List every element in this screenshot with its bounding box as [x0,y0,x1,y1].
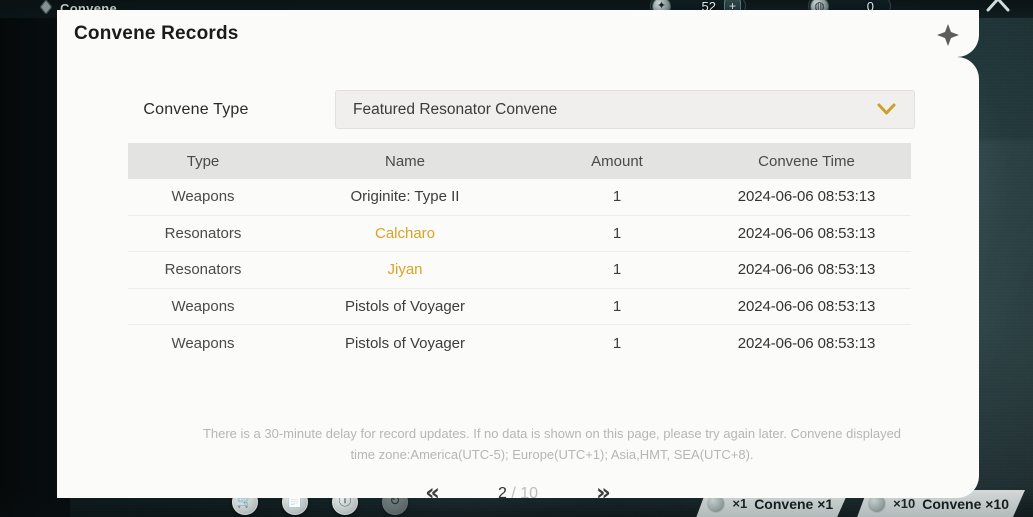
cell-name: Pistols of Voyager [344,297,466,315]
total-pages: 10 [520,484,539,502]
cell-time: 2024-06-06 08:53:13 [737,334,876,352]
cell-amount: 1 [612,334,622,352]
cell-type: Weapons [171,188,235,206]
cell-time: 2024-06-06 08:53:13 [737,188,876,206]
column-header-name: Name [384,152,425,170]
close-icon[interactable] [935,22,961,48]
close-star-glyph [937,24,959,46]
convene-type-label: Convene Type [143,100,249,118]
table-row: Weapons Pistols of Voyager 1 2024-06-06 … [128,325,911,362]
table-header-row: Type Name Amount Convene Time [128,143,911,179]
cell-name: Jiyan [387,261,423,279]
convene-type-filter-row: Convene Type Featured Resonator Convene [57,90,979,129]
convene-diamond-icon [40,1,54,15]
convene-type-selected-value: Featured Resonator Convene [353,100,558,118]
cell-amount: 1 [612,261,622,279]
column-header-type: Type [186,152,220,170]
cell-name: Calcharo [374,224,436,242]
double-chevron-right-icon[interactable]: » [596,482,611,505]
cell-type: Weapons [171,297,235,315]
table-row: Resonators Calcharo 1 2024-06-06 08:53:1… [128,215,911,252]
table-row: Weapons Originite: Type II 1 2024-06-06 … [128,179,911,216]
cell-time: 2024-06-06 08:53:13 [737,224,876,242]
column-header-time: Convene Time [758,152,855,170]
cell-time: 2024-06-06 08:53:13 [737,297,876,315]
cell-type: Resonators [164,261,242,279]
convene-type-dropdown[interactable]: Featured Resonator Convene [335,90,915,129]
note-line-2: time zone:America(UTC-5); Europe(UTC+1);… [350,447,754,462]
convene-records-dialog: Convene Records Convene Type Featured Re… [57,10,979,505]
pagination: « 2 / 10 » [57,482,979,505]
dialog-title: Convene Records [74,22,239,44]
chevron-down-glyph [877,103,896,115]
game-screen: Convene 52 + 0 🛒 📄 ⓘ ↻ [0,0,1033,517]
page-indicator: 2 / 10 [498,485,538,503]
chevron-up-glyph [986,0,1010,12]
dialog-body: Convene Type Featured Resonator Convene … [57,57,979,505]
cell-type: Weapons [171,334,235,352]
cell-amount: 1 [612,188,622,206]
chevron-up-icon[interactable] [985,0,1011,17]
table-row: Weapons Pistols of Voyager 1 2024-06-06 … [128,288,911,325]
page-separator: / [506,484,521,502]
note-line-1: There is a 30-minute delay for record up… [202,426,902,441]
cell-amount: 1 [612,297,622,315]
cell-type: Resonators [164,224,242,242]
chevron-down-icon [877,103,896,116]
double-chevron-left-icon[interactable]: « [425,482,440,505]
dialog-header: Convene Records [57,10,979,59]
cell-time: 2024-06-06 08:53:13 [737,261,876,279]
cell-name: Originite: Type II [350,188,460,206]
column-header-amount: Amount [591,152,643,170]
table-row: Resonators Jiyan 1 2024-06-06 08:53:13 [128,252,911,289]
records-delay-note: There is a 30-minute delay for record up… [157,423,947,465]
current-page: 2 [497,484,507,502]
convene-records-table: Type Name Amount Convene Time Weapons Or… [128,143,911,362]
cell-name: Pistols of Voyager [344,334,466,352]
cell-amount: 1 [612,224,622,242]
